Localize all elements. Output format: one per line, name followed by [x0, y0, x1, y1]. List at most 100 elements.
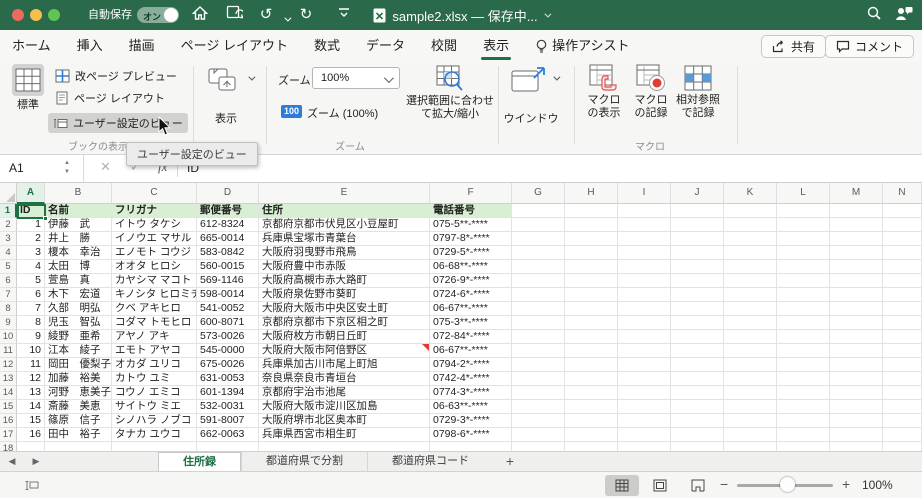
cancel-icon[interactable]: ✕ [100, 159, 111, 175]
grid-cell[interactable] [883, 204, 922, 218]
grid-cell[interactable] [618, 232, 671, 246]
grid-cell[interactable]: 大阪府堺市北区奥本町 [259, 414, 430, 428]
sheet-tab[interactable]: 都道府県で分割 [241, 452, 367, 471]
grid-cell[interactable]: 住所 [259, 204, 430, 218]
grid-cell[interactable] [777, 218, 830, 232]
grid-cell[interactable]: 4 [17, 260, 45, 274]
grid-cell[interactable]: 兵庫県宝塚市青葉台 [259, 232, 430, 246]
grid-cell[interactable]: 9 [17, 330, 45, 344]
grid-cell[interactable]: 600-8071 [197, 316, 259, 330]
minimize-window-button[interactable] [30, 9, 42, 21]
grid-cell[interactable] [777, 358, 830, 372]
grid-cell[interactable] [430, 442, 512, 451]
grid-cell[interactable]: 0724-6*-**** [430, 288, 512, 302]
grid-cell[interactable]: カトウ ユミ [112, 372, 197, 386]
zoom-to-selection-button[interactable]: 選択範囲に合わせ て拡大/縮小 [402, 64, 498, 121]
grid-cell[interactable]: 萱島 真 [45, 274, 112, 288]
grid-cell[interactable] [512, 330, 565, 344]
column-header[interactable]: E [259, 183, 430, 204]
grid-cell[interactable]: 児玉 智弘 [45, 316, 112, 330]
grid-cell[interactable] [883, 218, 922, 232]
grid-cell[interactable] [724, 218, 777, 232]
grid-cell[interactable]: 06-63**-**** [430, 400, 512, 414]
grid-cell[interactable] [671, 386, 724, 400]
grid-cell[interactable] [671, 288, 724, 302]
grid-cell[interactable]: エノモト コウジ [112, 246, 197, 260]
grid-cell[interactable]: 郵便番号 [197, 204, 259, 218]
grid-cell[interactable]: 篠原 信子 [45, 414, 112, 428]
grid-cell[interactable]: 675-0026 [197, 358, 259, 372]
grid-cell[interactable]: 河野 恵美子 [45, 386, 112, 400]
zoom-window-button[interactable] [48, 9, 60, 21]
grid-cell[interactable] [777, 400, 830, 414]
name-box-stepper[interactable]: ▲ ▼ [64, 159, 70, 177]
grid-cell[interactable]: 電話番号 [430, 204, 512, 218]
grid-cell[interactable]: 大阪府枚方市朝日丘町 [259, 330, 430, 344]
grid-cell[interactable] [618, 204, 671, 218]
grid-cell[interactable]: 532-0031 [197, 400, 259, 414]
grid-cell[interactable]: 075-3**-**** [430, 316, 512, 330]
grid-cell[interactable] [512, 400, 565, 414]
grid-cell[interactable] [512, 260, 565, 274]
grid-cell[interactable]: 木下 宏道 [45, 288, 112, 302]
share-presence-icon[interactable] [894, 5, 914, 25]
grid-cell[interactable] [618, 442, 671, 451]
grid-cell[interactable] [259, 442, 430, 451]
show-hide-button[interactable] [202, 67, 246, 97]
row-header[interactable]: 5 [0, 260, 17, 274]
grid-cell[interactable] [565, 274, 618, 288]
grid-cell[interactable]: 7 [17, 302, 45, 316]
grid-cell[interactable] [724, 386, 777, 400]
grid-cell[interactable] [565, 358, 618, 372]
column-header[interactable]: I [618, 183, 671, 204]
grid-cell[interactable]: 3 [17, 246, 45, 260]
grid-cell[interactable] [618, 302, 671, 316]
grid-cell[interactable] [724, 260, 777, 274]
grid-cell[interactable] [830, 288, 883, 302]
grid-cell[interactable] [671, 274, 724, 288]
grid-cell[interactable] [565, 414, 618, 428]
window-dropdown-chevron-icon[interactable] [553, 73, 561, 81]
grid-cell[interactable] [724, 372, 777, 386]
grid-cell[interactable] [777, 414, 830, 428]
grid-cell[interactable]: イノウエ マサル [112, 232, 197, 246]
grid-cell[interactable]: 665-0014 [197, 232, 259, 246]
grid-cell[interactable] [777, 316, 830, 330]
row-header[interactable]: 17 [0, 428, 17, 442]
grid-cell[interactable] [565, 204, 618, 218]
row-header[interactable]: 13 [0, 372, 17, 386]
grid-cell[interactable]: 久部 明弘 [45, 302, 112, 316]
grid-cell[interactable] [830, 316, 883, 330]
save-icon[interactable] [224, 5, 245, 25]
ribbon-tab[interactable]: 挿入 [77, 30, 103, 62]
grid-cell[interactable] [777, 442, 830, 451]
grid-cell[interactable] [671, 204, 724, 218]
grid-cell[interactable]: 5 [17, 274, 45, 288]
grid-cell[interactable] [671, 358, 724, 372]
ribbon-tab[interactable]: データ [366, 30, 405, 62]
search-icon[interactable] [864, 5, 884, 25]
grid-cell[interactable] [671, 218, 724, 232]
grid-cell[interactable] [671, 232, 724, 246]
row-header[interactable]: 10 [0, 330, 17, 344]
grid-cell[interactable] [830, 386, 883, 400]
zoom-in-button[interactable]: + [842, 476, 850, 492]
grid-cell[interactable] [777, 302, 830, 316]
grid-cell[interactable] [671, 428, 724, 442]
grid-cell[interactable]: 江本 綾子 [45, 344, 112, 358]
grid-cell[interactable]: 06-67**-**** [430, 302, 512, 316]
grid-cell[interactable]: 075-5**-**** [430, 218, 512, 232]
status-zoom-percent[interactable]: 100% [862, 478, 893, 492]
grid-cell[interactable] [618, 414, 671, 428]
grid-cell[interactable] [830, 372, 883, 386]
grid-cell[interactable]: 598-0014 [197, 288, 259, 302]
grid-cell[interactable]: 大阪府羽曳野市飛鳥 [259, 246, 430, 260]
grid-cell[interactable] [724, 246, 777, 260]
grid-cell[interactable] [671, 316, 724, 330]
grid-cell[interactable] [724, 428, 777, 442]
grid-cell[interactable] [512, 302, 565, 316]
row-header[interactable]: 15 [0, 400, 17, 414]
grid-cell[interactable] [512, 344, 565, 358]
grid-cell[interactable]: 541-0052 [197, 302, 259, 316]
home-icon[interactable] [190, 5, 210, 25]
